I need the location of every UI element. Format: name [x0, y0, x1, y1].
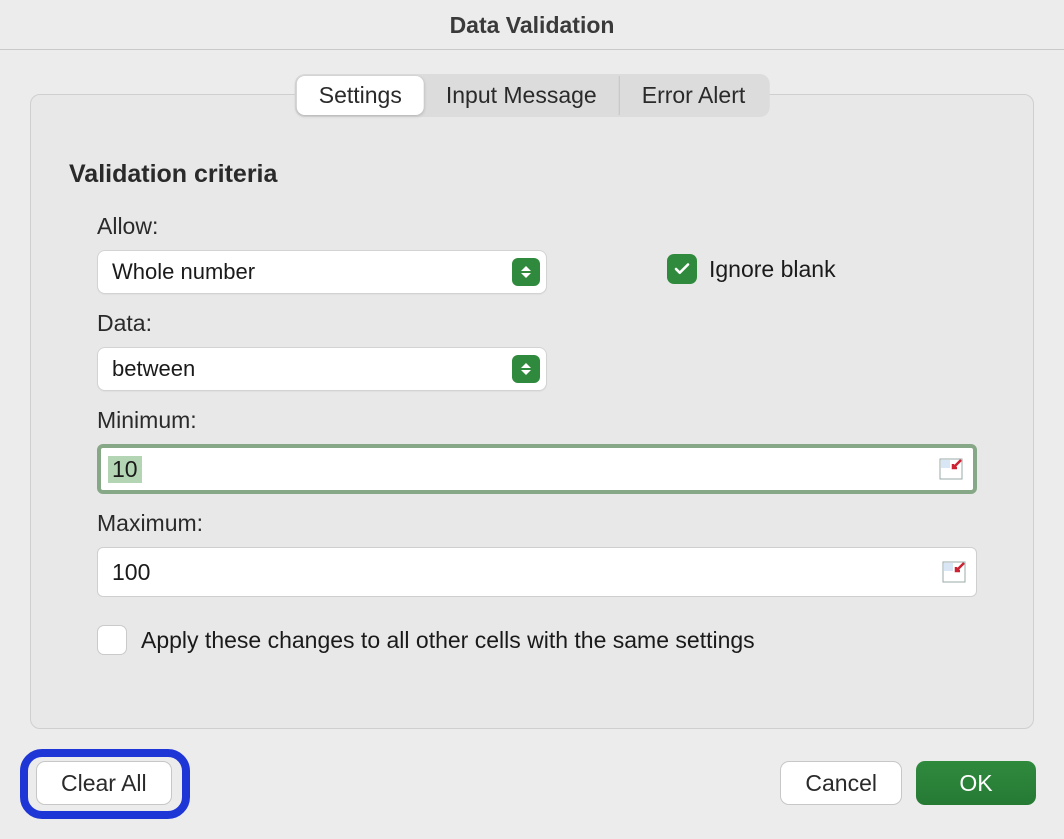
- maximum-value: 100: [108, 559, 154, 586]
- clear-all-button[interactable]: Clear All: [36, 761, 172, 805]
- tab-bar: Settings Input Message Error Alert: [295, 74, 770, 117]
- tab-input-message[interactable]: Input Message: [424, 76, 620, 115]
- chevron-up-down-icon: [512, 258, 540, 286]
- allow-label: Allow:: [97, 213, 995, 240]
- cell-reference-icon[interactable]: [942, 561, 966, 583]
- data-label: Data:: [97, 310, 995, 337]
- data-value: between: [112, 356, 195, 382]
- ignore-blank-label: Ignore blank: [709, 256, 836, 283]
- tab-settings[interactable]: Settings: [297, 76, 424, 115]
- tab-error-alert[interactable]: Error Alert: [620, 76, 768, 115]
- data-select[interactable]: between: [97, 347, 547, 391]
- minimum-label: Minimum:: [97, 407, 995, 434]
- apply-all-label: Apply these changes to all other cells w…: [141, 627, 755, 654]
- settings-panel: Validation criteria Allow: Whole number …: [30, 94, 1034, 729]
- minimum-input[interactable]: 10: [97, 444, 977, 494]
- dialog-footer: Clear All Cancel OK: [0, 739, 1064, 839]
- cell-reference-icon[interactable]: [939, 458, 963, 480]
- maximum-input[interactable]: 100: [97, 547, 977, 597]
- apply-all-checkbox[interactable]: [97, 625, 127, 655]
- allow-value: Whole number: [112, 259, 255, 285]
- ignore-blank-checkbox[interactable]: [667, 254, 697, 284]
- chevron-up-down-icon: [512, 355, 540, 383]
- cancel-button[interactable]: Cancel: [780, 761, 902, 805]
- check-icon: [673, 260, 691, 278]
- dialog-title: Data Validation: [0, 0, 1064, 50]
- ok-button[interactable]: OK: [916, 761, 1036, 805]
- allow-select[interactable]: Whole number: [97, 250, 547, 294]
- section-title: Validation criteria: [69, 160, 995, 189]
- minimum-value: 10: [108, 456, 142, 483]
- maximum-label: Maximum:: [97, 510, 995, 537]
